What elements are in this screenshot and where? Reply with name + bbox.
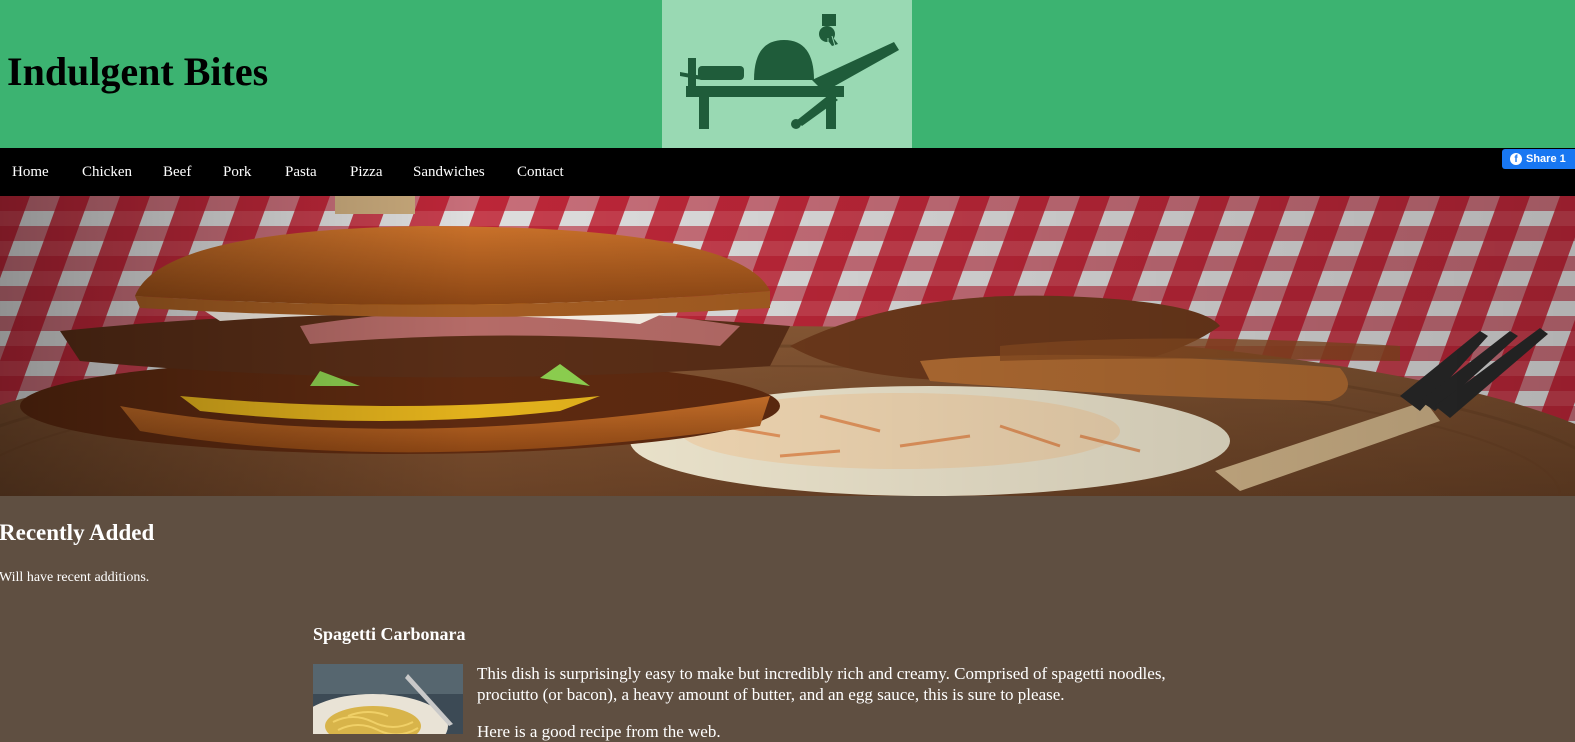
- site-header: Indulgent Bites: [0, 0, 1575, 148]
- recipe-description: This dish is surprisingly easy to make b…: [477, 664, 1166, 704]
- recipe-title[interactable]: Spagetti Carbonara: [313, 622, 466, 646]
- reclining-person-eating-icon: [680, 14, 899, 129]
- nav-item-pasta[interactable]: Pasta: [285, 148, 317, 196]
- site-title[interactable]: Indulgent Bites: [7, 48, 268, 96]
- share-label: Share 1: [1526, 153, 1566, 165]
- recipe-thumbnail[interactable]: [313, 664, 463, 734]
- spaghetti-carbonara-photo: [313, 664, 463, 734]
- hero-banner: [0, 196, 1575, 496]
- recently-added-heading: Recently Added: [0, 520, 155, 545]
- nav-item-home[interactable]: Home: [12, 148, 49, 196]
- nav-item-chicken[interactable]: Chicken: [82, 148, 132, 196]
- nav-item-contact[interactable]: Contact: [517, 148, 564, 196]
- recipe-source-note: Here is a good recipe from the web.: [477, 722, 721, 741]
- recently-added-note: Will have recent additions.: [0, 570, 150, 585]
- burger-with-fries-and-coleslaw-photo: [0, 196, 1575, 496]
- main-nav: Home Chicken Beef Pork Pasta Pizza Sandw…: [0, 148, 1575, 196]
- nav-item-pizza[interactable]: Pizza: [350, 148, 382, 196]
- nav-item-beef[interactable]: Beef: [163, 148, 191, 196]
- logo[interactable]: [662, 0, 912, 148]
- nav-item-sandwiches[interactable]: Sandwiches: [413, 148, 485, 196]
- facebook-icon: f: [1510, 153, 1522, 165]
- nav-item-pork[interactable]: Pork: [223, 148, 251, 196]
- facebook-share-button[interactable]: f Share 1: [1502, 149, 1575, 169]
